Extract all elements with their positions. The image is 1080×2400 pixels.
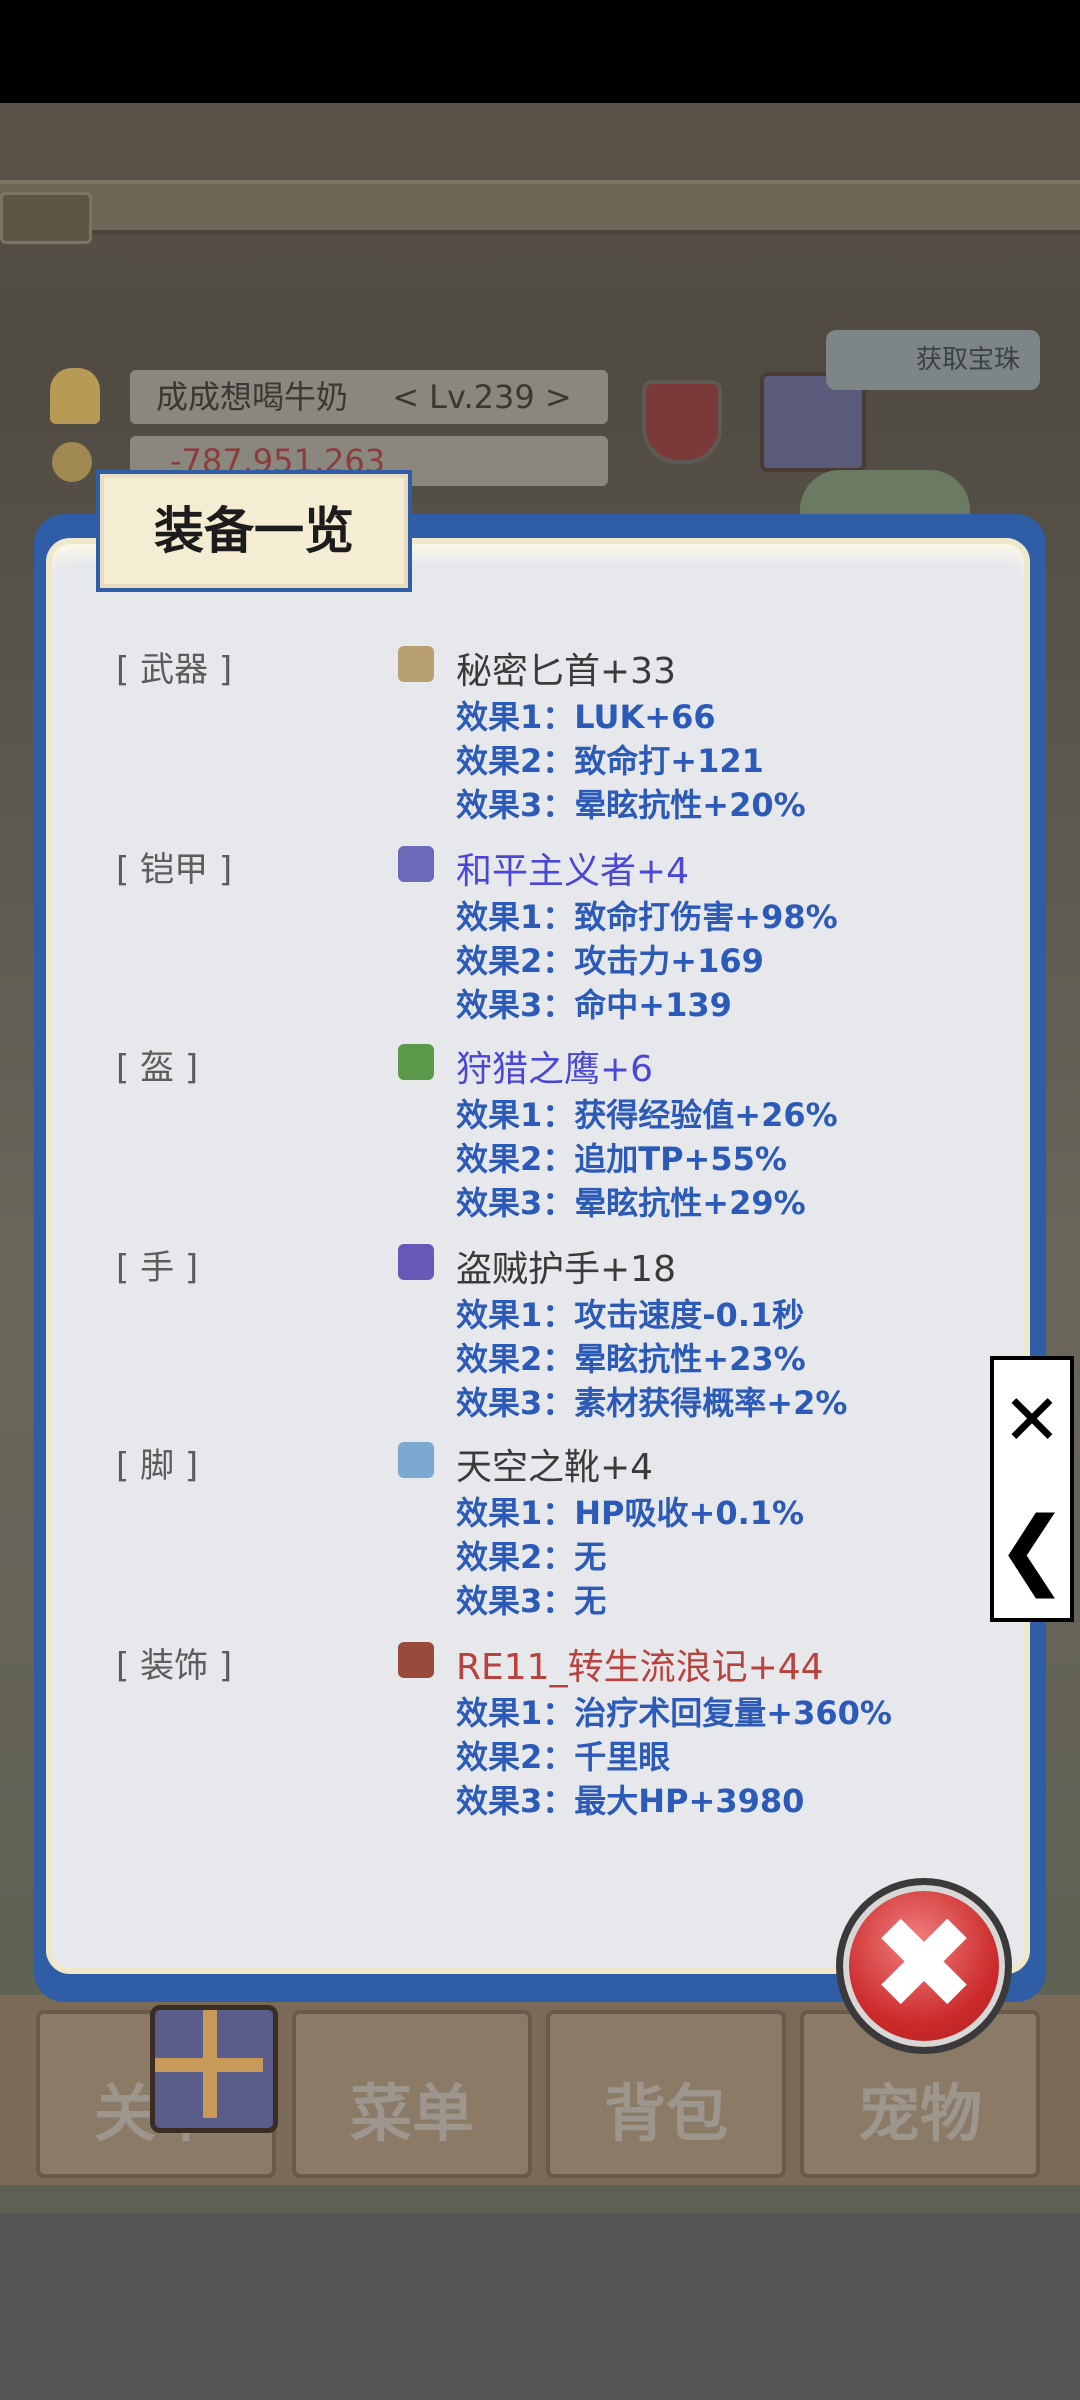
item-name-foot: 天空之靴+4 [456,1447,654,1488]
book-icon [398,1642,434,1678]
player-info: 成成想喝牛奶 < Lv.239 > [130,370,608,424]
close-icon: ✖ [870,1890,978,2039]
dagger-icon [398,646,434,682]
slot-label-accessory: [ 装饰 ] [116,1646,233,1686]
background-beam [0,180,1080,234]
system-bar [0,2213,1080,2400]
glove-icon [398,1244,434,1280]
slot-label-hand: [ 手 ] [116,1248,199,1288]
dialog-title: 装备一览 [96,470,412,592]
coin-icon [52,442,92,482]
item-effect: 效果2：攻击力+169 [456,942,764,980]
item-effect: 效果3：无 [456,1582,607,1620]
slot-label-foot: [ 脚 ] [116,1446,199,1486]
slot-label-helmet: [ 盔 ] [116,1048,199,1088]
item-effect: 效果3：素材获得概率+2% [456,1384,848,1422]
item-name-armor: 和平主义者+4 [456,851,690,892]
close-dialog-button[interactable]: ✖ [836,1878,1012,2054]
side-close-button[interactable]: ✕ [994,1360,1070,1480]
item-name-hand: 盗贼护手+18 [456,1249,676,1290]
item-effect: 效果2：致命打+121 [456,742,764,780]
nav-gift-icon [150,2005,278,2133]
item-effect: 效果2：千里眼 [456,1738,671,1776]
nav-menu: 菜单 [292,2010,532,2178]
item-effect: 效果2：无 [456,1538,607,1576]
player-level: < Lv.239 > [392,378,572,416]
player-name: 成成想喝牛奶 [156,378,349,416]
side-back-button[interactable]: ❮ [994,1480,1070,1618]
item-effect: 效果3：命中+139 [456,986,732,1024]
item-effect: 效果3：最大HP+3980 [456,1782,805,1820]
item-name-helmet: 狩猎之鹰+6 [456,1049,654,1090]
background-beam-end [0,192,92,244]
item-effect: 效果1：HP吸收+0.1% [456,1494,805,1532]
item-effect: 效果1：治疗术回复量+360% [456,1694,892,1732]
player-avatar [50,368,100,424]
item-name-accessory: RE11_转生流浪记+44 [456,1647,824,1688]
item-effect: 效果1：获得经验值+26% [456,1096,838,1134]
item-effect: 效果1：攻击速度-0.1秒 [456,1296,805,1334]
slot-label-weapon: [ 武器 ] [116,650,233,690]
armor-icon [398,846,434,882]
item-effect: 效果1：致命打伤害+98% [456,898,838,936]
slot-label-armor: [ 铠甲 ] [116,850,233,890]
item-effect: 效果3：晕眩抗性+20% [456,786,806,824]
item-name-weapon: 秘密匕首+33 [456,651,676,692]
side-panel: ✕ ❮ [990,1356,1074,1622]
get-orb-button: 获取宝珠 [826,330,1040,390]
nav-bag: 背包 [546,2010,786,2178]
item-effect: 效果1：LUK+66 [456,698,716,736]
item-effect: 效果3：晕眩抗性+29% [456,1184,806,1222]
item-effect: 效果2：晕眩抗性+23% [456,1340,806,1378]
shield-icon [642,380,722,464]
item-effect: 效果2：追加TP+55% [456,1140,787,1178]
helmet-icon [398,1044,434,1080]
boot-icon [398,1442,434,1478]
